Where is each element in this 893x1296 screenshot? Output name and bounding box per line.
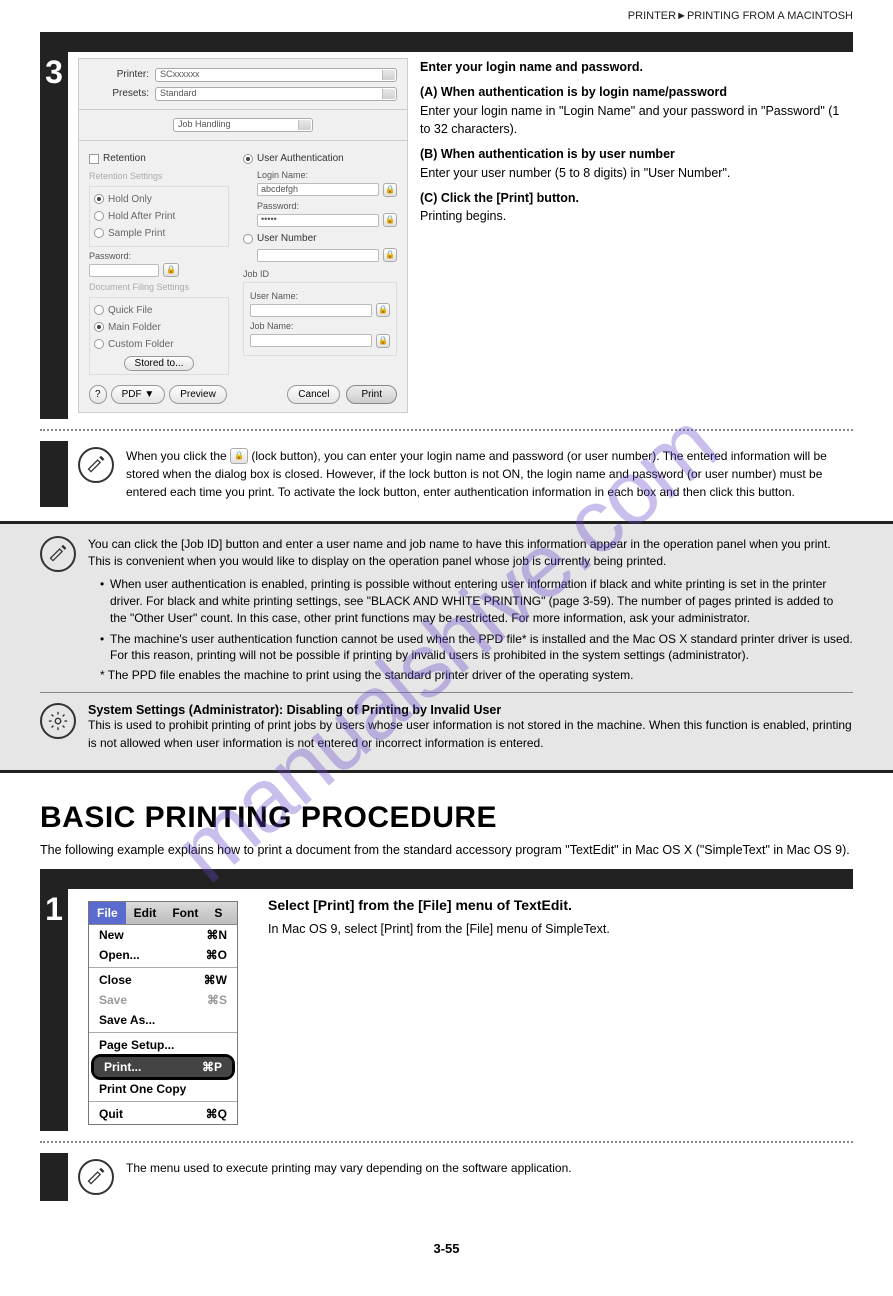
file-menu: File Edit Font S New⌘NOpen...⌘OClose⌘WSa… xyxy=(88,901,238,1125)
login-name-input[interactable]: abcdefgh xyxy=(257,183,379,196)
user-number-input[interactable] xyxy=(257,249,379,262)
lock-icon: 🔒 xyxy=(230,448,248,464)
step-a-title: (A) When authentication is by login name… xyxy=(420,83,853,102)
menu-item[interactable]: Print...⌘P xyxy=(94,1057,232,1077)
menu-item[interactable]: Print One Copy xyxy=(89,1079,237,1099)
step-number-3: 3 xyxy=(45,54,63,91)
lock-icon[interactable]: 🔒 xyxy=(376,334,390,348)
menu-s: S xyxy=(206,902,230,924)
password-input-right[interactable]: ••••• xyxy=(257,214,379,227)
print-button[interactable]: Print xyxy=(346,385,397,404)
printer-label: Printer: xyxy=(89,67,149,82)
retention-label: Retention xyxy=(103,151,146,166)
login-name-label: Login Name: xyxy=(257,169,397,183)
job-id-label: Job ID xyxy=(243,268,397,282)
presets-label: Presets: xyxy=(89,86,149,101)
lock-icon[interactable]: 🔒 xyxy=(163,263,179,277)
step1-title: Select [Print] from the [File] menu of T… xyxy=(268,895,853,916)
cancel-button[interactable]: Cancel xyxy=(287,385,340,404)
lock-icon[interactable]: 🔒 xyxy=(383,248,397,262)
user-auth-radio[interactable] xyxy=(243,154,253,164)
step-a-body: Enter your login name in "Login Name" an… xyxy=(420,102,853,140)
step-number-1: 1 xyxy=(45,891,63,928)
basic-para: The following example explains how to pr… xyxy=(40,841,853,859)
step-b-body: Enter your user number (5 to 8 digits) i… xyxy=(420,164,853,183)
page-header: PRINTER►PRINTING FROM A MACINTOSH xyxy=(40,10,853,22)
menu-edit: Edit xyxy=(126,902,165,924)
user-name-input[interactable] xyxy=(250,304,372,317)
preview-button[interactable]: Preview xyxy=(169,385,227,404)
custom-folder-radio[interactable] xyxy=(94,339,104,349)
graynote-bullet1: When user authentication is enabled, pri… xyxy=(100,576,853,626)
basic-heading: BASIC PRINTING PROCEDURE xyxy=(40,801,853,835)
step-c-body: Printing begins. xyxy=(420,207,853,226)
step-intro: Enter your login name and password. xyxy=(420,58,853,77)
job-name-label: Job Name: xyxy=(250,320,390,334)
gear-icon xyxy=(40,703,76,739)
menu-item[interactable]: Open...⌘O xyxy=(89,945,237,965)
password-input-left[interactable] xyxy=(89,264,159,277)
quick-file-radio[interactable] xyxy=(94,305,104,315)
graynote-line1: You can click the [Job ID] button and en… xyxy=(88,536,853,571)
menu-file[interactable]: File xyxy=(89,902,126,924)
menu-item[interactable]: Page Setup... xyxy=(89,1035,237,1055)
job-name-input[interactable] xyxy=(250,334,372,347)
main-folder-radio[interactable] xyxy=(94,322,104,332)
menu-item: Save⌘S xyxy=(89,990,237,1010)
menu-item[interactable]: Quit⌘Q xyxy=(89,1104,237,1124)
stored-to-button[interactable]: Stored to... xyxy=(124,356,195,371)
pencil-icon xyxy=(78,1159,114,1195)
pdf-button[interactable]: PDF ▼ xyxy=(111,385,166,404)
presets-select[interactable]: Standard xyxy=(155,87,397,101)
hold-after-print-radio[interactable] xyxy=(94,211,104,221)
user-number-radio[interactable] xyxy=(243,234,253,244)
lock-icon[interactable]: 🔒 xyxy=(376,303,390,317)
lock-icon[interactable]: 🔒 xyxy=(383,213,397,227)
password-label-right: Password: xyxy=(257,200,397,214)
menu-item[interactable]: New⌘N xyxy=(89,925,237,945)
menu-font: Font xyxy=(164,902,206,924)
sample-print-radio[interactable] xyxy=(94,228,104,238)
header-bar xyxy=(40,32,853,52)
step1-sub: In Mac OS 9, select [Print] from the [Fi… xyxy=(268,920,853,938)
graynote-footnote: * The PPD file enables the machine to pr… xyxy=(100,668,853,682)
pencil-icon xyxy=(40,536,76,572)
password-label-left: Password: xyxy=(89,250,229,264)
menu-item[interactable]: Close⌘W xyxy=(89,970,237,990)
gear-body: This is used to prohibit printing of pri… xyxy=(88,717,853,752)
note2: The menu used to execute printing may va… xyxy=(126,1159,572,1177)
category-select[interactable]: Job Handling xyxy=(173,118,313,132)
step-b-title: (B) When authentication is by user numbe… xyxy=(420,145,853,164)
printer-select[interactable]: SCxxxxxx xyxy=(155,68,397,82)
hold-only-radio[interactable] xyxy=(94,194,104,204)
user-name-label: User Name: xyxy=(250,290,390,304)
note1-pre: When you click the xyxy=(126,449,230,463)
page-footer: 3-55 xyxy=(40,1241,853,1256)
filing-settings-label: Document Filing Settings xyxy=(89,281,229,295)
help-button[interactable]: ? xyxy=(89,385,107,404)
menu-item[interactable]: Save As... xyxy=(89,1010,237,1030)
retention-checkbox[interactable] xyxy=(89,154,99,164)
print-dialog: Printer: SCxxxxxx Presets: Standard Job … xyxy=(78,58,408,413)
retention-settings-label: Retention Settings xyxy=(89,170,229,184)
lock-icon[interactable]: 🔒 xyxy=(383,183,397,197)
step-c-title: (C) Click the [Print] button. xyxy=(420,189,853,208)
graynote-bullet2: The machine's user authentication functi… xyxy=(100,631,853,665)
gear-title: System Settings (Administrator): Disabli… xyxy=(88,703,853,717)
pencil-icon xyxy=(78,447,114,483)
